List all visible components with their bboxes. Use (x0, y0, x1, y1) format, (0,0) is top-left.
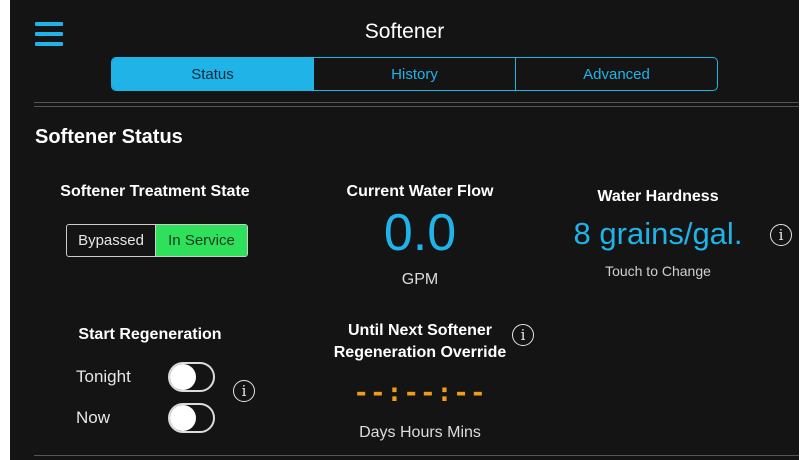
toggle-knob (170, 405, 196, 431)
start-regeneration-label: Start Regeneration (78, 326, 222, 343)
tab-history[interactable]: History (313, 58, 515, 90)
override-label-line2: Regeneration Override (333, 344, 507, 361)
tonight-label: Tonight (76, 367, 131, 386)
tab-bar: Status History Advanced (111, 57, 718, 91)
water-flow-value: 0.0 (383, 204, 457, 262)
tonight-toggle[interactable] (168, 362, 215, 392)
override-label-line1: Until Next Softener (347, 322, 492, 339)
info-icon[interactable]: i (233, 380, 255, 402)
touch-to-change-hint: Touch to Change (605, 263, 711, 279)
water-flow-unit: GPM (401, 271, 439, 288)
now-label: Now (76, 408, 111, 427)
treatment-state-label: Softener Treatment State (60, 183, 250, 200)
bypassed-option[interactable]: Bypassed (67, 225, 156, 256)
water-hardness-value[interactable]: 8 grains/gal. (558, 216, 758, 252)
water-hardness-label: Water Hardness (597, 188, 719, 205)
toggle-knob (170, 364, 196, 390)
section-title: Softener Status (35, 126, 183, 148)
tab-advanced[interactable]: Advanced (515, 58, 717, 90)
countdown-units: Days Hours Mins (359, 424, 481, 441)
now-toggle[interactable] (168, 403, 215, 433)
page-title: Softener (364, 20, 445, 43)
softener-screen: Softener Status History Advanced Softene… (10, 0, 799, 460)
divider (34, 455, 799, 456)
water-flow-label: Current Water Flow (346, 183, 494, 200)
divider (34, 106, 799, 107)
divider (34, 102, 799, 103)
info-icon[interactable]: i (770, 224, 792, 246)
override-countdown: --:--:-- (353, 378, 487, 408)
treatment-state-segmented-control: Bypassed In Service (66, 224, 248, 257)
tab-status[interactable]: Status (112, 58, 313, 90)
info-icon[interactable]: i (512, 324, 534, 346)
regeneration-override-label: Until Next Softener Regeneration Overrid… (315, 320, 525, 364)
in-service-option[interactable]: In Service (156, 225, 247, 256)
